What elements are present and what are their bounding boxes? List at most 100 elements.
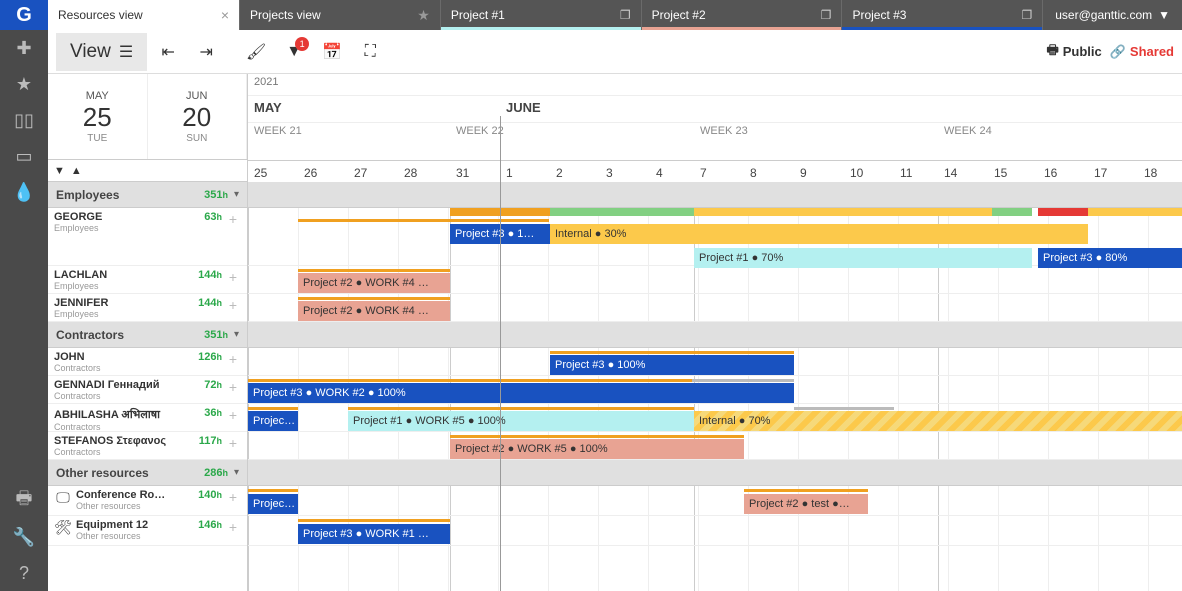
- tab-label: Project #3: [852, 8, 906, 22]
- resource-hours: 117h: [199, 435, 222, 447]
- resource-row[interactable]: 🖵Conference Ro…Other resources140h+: [48, 486, 247, 516]
- copy-icon[interactable]: ❐: [813, 8, 832, 22]
- chevron-down-icon: ▾: [234, 189, 239, 200]
- add-task-icon[interactable]: +: [225, 269, 241, 285]
- tab-label: Project #2: [652, 8, 706, 22]
- drop-icon[interactable]: 💧: [0, 174, 48, 210]
- day-header: 2: [556, 166, 563, 180]
- day-header: 10: [850, 166, 863, 180]
- task-bar[interactable]: Internal ● 30%: [550, 224, 1088, 244]
- add-task-icon[interactable]: +: [225, 351, 241, 367]
- public-toggle[interactable]: 🖶 Public: [1046, 41, 1101, 63]
- resource-group: Employees: [54, 309, 198, 319]
- task-bar[interactable]: Project #3 ● 80%: [1038, 248, 1182, 268]
- task-bar[interactable]: Projec…: [248, 411, 298, 431]
- day-header: 26: [304, 166, 317, 180]
- resource-row[interactable]: JENNIFEREmployees144h+: [48, 294, 247, 322]
- indent-left-icon[interactable]: ⇤: [151, 35, 185, 69]
- resource-row[interactable]: ABHILASHA अभिलाषाContractors36h+: [48, 404, 247, 432]
- inbox-icon[interactable]: ▭: [0, 138, 48, 174]
- task-bar[interactable]: Project #2 ● test ●…: [744, 494, 868, 514]
- print-icon[interactable]: 🖶: [0, 483, 48, 519]
- sort-asc-icon[interactable]: ▼: [54, 165, 65, 177]
- star-icon[interactable]: ★: [409, 7, 430, 24]
- calendar-add-icon[interactable]: 📅: [315, 35, 349, 69]
- main-area: Resources view× Projects view ★ Project #1❐…: [48, 0, 1182, 591]
- star-icon[interactable]: ★: [0, 66, 48, 102]
- day-header: 25: [254, 166, 267, 180]
- tab-label: Projects view: [250, 8, 321, 22]
- task-bar[interactable]: Project #2 ● WORK #4 …: [298, 301, 450, 321]
- date-end[interactable]: JUN 20 SUN: [148, 74, 248, 159]
- tab-0[interactable]: Resources view×: [48, 0, 240, 30]
- paint-icon[interactable]: 🖌: [239, 35, 273, 69]
- filter-icon[interactable]: ▼1: [277, 35, 311, 69]
- add-task-icon[interactable]: +: [225, 379, 241, 395]
- close-icon[interactable]: ×: [213, 7, 229, 23]
- group-row[interactable]: Other resources286h▾: [48, 460, 247, 486]
- task-bar[interactable]: Projec…: [248, 494, 298, 514]
- tab-3[interactable]: Project #2 ❐: [642, 0, 843, 30]
- toolbar: View ☰ ⇤ ⇥ 🖌 ▼1 📅 ⛶ 🖶 Public 🔗 Shared: [48, 30, 1182, 74]
- view-menu-button[interactable]: View ☰: [56, 33, 147, 71]
- add-task-icon[interactable]: +: [225, 407, 241, 423]
- chart-icon[interactable]: ▯▯: [0, 102, 48, 138]
- task-bar[interactable]: Internal ● 70%: [694, 411, 1182, 431]
- add-task-icon[interactable]: +: [225, 489, 241, 505]
- add-icon[interactable]: ✚: [0, 30, 48, 66]
- day-header: 14: [944, 166, 957, 180]
- copy-icon[interactable]: ❐: [1013, 8, 1032, 22]
- task-bar[interactable]: Project #3 ● WORK #2 ● 100%: [248, 383, 794, 403]
- day-header: 3: [606, 166, 613, 180]
- day-header: 28: [404, 166, 417, 180]
- resource-row[interactable]: JOHNContractors126h+: [48, 348, 247, 376]
- load-indicator: [1088, 208, 1182, 216]
- logo[interactable]: G: [0, 0, 48, 30]
- separator-bar: [248, 407, 298, 410]
- wrench-icon[interactable]: 🔧: [0, 519, 48, 555]
- task-bar[interactable]: Project #3 ● WORK #1 …: [298, 524, 450, 544]
- task-bar[interactable]: Project #1 ● 70%: [694, 248, 1032, 268]
- add-task-icon[interactable]: +: [225, 519, 241, 535]
- tab-4[interactable]: Project #3 ❐: [842, 0, 1043, 30]
- week-header: WEEK 21: [254, 125, 302, 137]
- resource-row[interactable]: 🛠Equipment 12Other resources146h+: [48, 516, 247, 546]
- copy-icon[interactable]: ❐: [612, 8, 631, 22]
- weekday-label: SUN: [186, 133, 207, 144]
- timeline-body[interactable]: Project #3 ● 1…Internal ● 30%Project #1 …: [248, 182, 1182, 591]
- indent-right-icon[interactable]: ⇥: [189, 35, 223, 69]
- add-task-icon[interactable]: +: [225, 435, 241, 451]
- separator-bar: [298, 269, 450, 272]
- week-header: WEEK 22: [456, 125, 504, 137]
- timeline[interactable]: 2021 MAYJUNE WEEK 21WEEK 22WEEK 23WEEK 2…: [248, 74, 1182, 591]
- group-row[interactable]: Employees351h▾: [48, 182, 247, 208]
- help-icon[interactable]: ?: [0, 555, 48, 591]
- task-bar[interactable]: Project #2 ● WORK #4 …: [298, 273, 450, 293]
- task-bar[interactable]: Project #2 ● WORK #5 ● 100%: [450, 439, 744, 459]
- public-icon: 🖶: [1046, 41, 1058, 63]
- group-row[interactable]: Contractors351h▾: [48, 322, 247, 348]
- day-header: 11: [900, 166, 912, 180]
- resource-group: Contractors: [54, 363, 198, 373]
- separator-bar: [298, 219, 549, 222]
- sort-desc-icon[interactable]: ▲: [71, 165, 82, 177]
- resource-row[interactable]: GENNADI ГеннадийContractors72h+: [48, 376, 247, 404]
- left-nav: G ✚ ★ ▯▯ ▭ 💧 🖶 🔧 ?: [0, 0, 48, 591]
- shared-toggle[interactable]: 🔗 Shared: [1110, 44, 1174, 60]
- fullscreen-icon[interactable]: ⛶: [353, 35, 387, 69]
- user-menu[interactable]: user@ganttic.com▼: [1043, 0, 1182, 30]
- tab-2[interactable]: Project #1❐: [441, 0, 642, 30]
- add-task-icon[interactable]: +: [225, 297, 241, 313]
- day-header: 1: [506, 166, 513, 180]
- task-bar[interactable]: Project #3 ● 100%: [550, 355, 794, 375]
- resource-row[interactable]: LACHLANEmployees144h+: [48, 266, 247, 294]
- add-task-icon[interactable]: +: [225, 211, 241, 227]
- resource-row[interactable]: GEORGEEmployees63h+: [48, 208, 247, 266]
- tab-1[interactable]: Projects view ★: [240, 0, 441, 30]
- date-start[interactable]: MAY 25 TUE: [48, 74, 148, 159]
- day-header: 16: [1044, 166, 1057, 180]
- resource-row[interactable]: STEFANOS ΣτεφανοςContractors117h+: [48, 432, 247, 460]
- day-label: 25: [83, 102, 112, 133]
- task-bar[interactable]: Project #1 ● WORK #5 ● 100%: [348, 411, 694, 431]
- resource-hours: 144h: [198, 297, 222, 309]
